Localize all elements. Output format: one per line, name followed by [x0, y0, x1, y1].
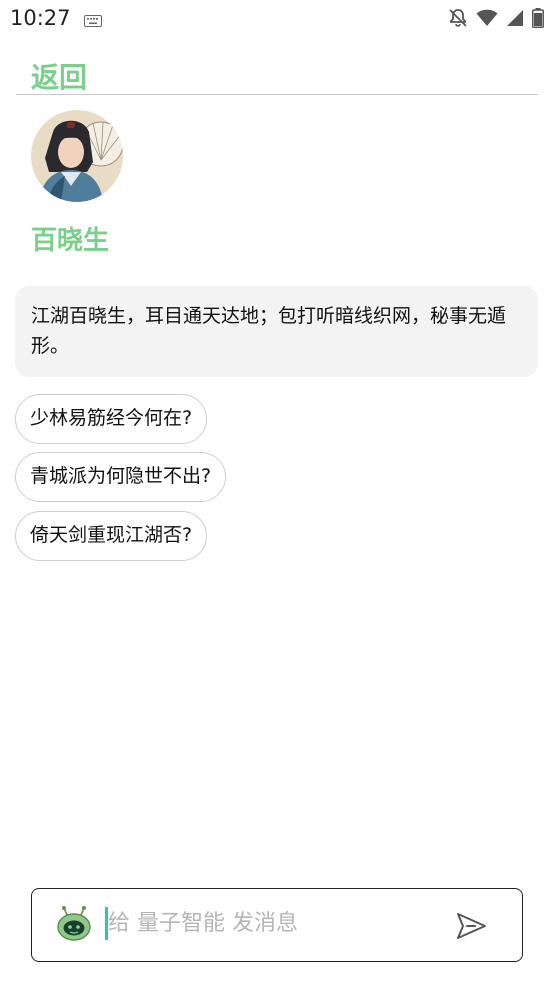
suggestion-chip[interactable]: 少林易筋经今何在? [15, 394, 208, 444]
signal-icon [506, 9, 524, 27]
header-bar: 返回 [16, 52, 538, 95]
send-icon[interactable] [454, 909, 488, 943]
keyboard-icon [84, 12, 102, 27]
battery-icon [532, 8, 544, 28]
suggestion-chip[interactable]: 倚天剑重现江湖否? [15, 511, 208, 561]
back-button[interactable]: 返回 [31, 56, 87, 96]
bot-name: 百晓生 [31, 226, 110, 256]
message-composer [31, 888, 523, 962]
intro-message-bubble: 江湖百晓生，耳目通天达地；包打听暗线织网，秘事无遁形。 [15, 286, 538, 377]
notifications-off-icon [448, 8, 468, 28]
suggestion-chip[interactable]: 青城派为何隐世不出? [15, 452, 227, 502]
status-bar: 10:27 [0, 0, 554, 38]
robot-icon[interactable] [56, 905, 92, 945]
wifi-icon [476, 9, 498, 27]
status-time: 10:27 [10, 6, 71, 30]
avatar [31, 110, 123, 202]
message-input[interactable] [108, 905, 428, 941]
